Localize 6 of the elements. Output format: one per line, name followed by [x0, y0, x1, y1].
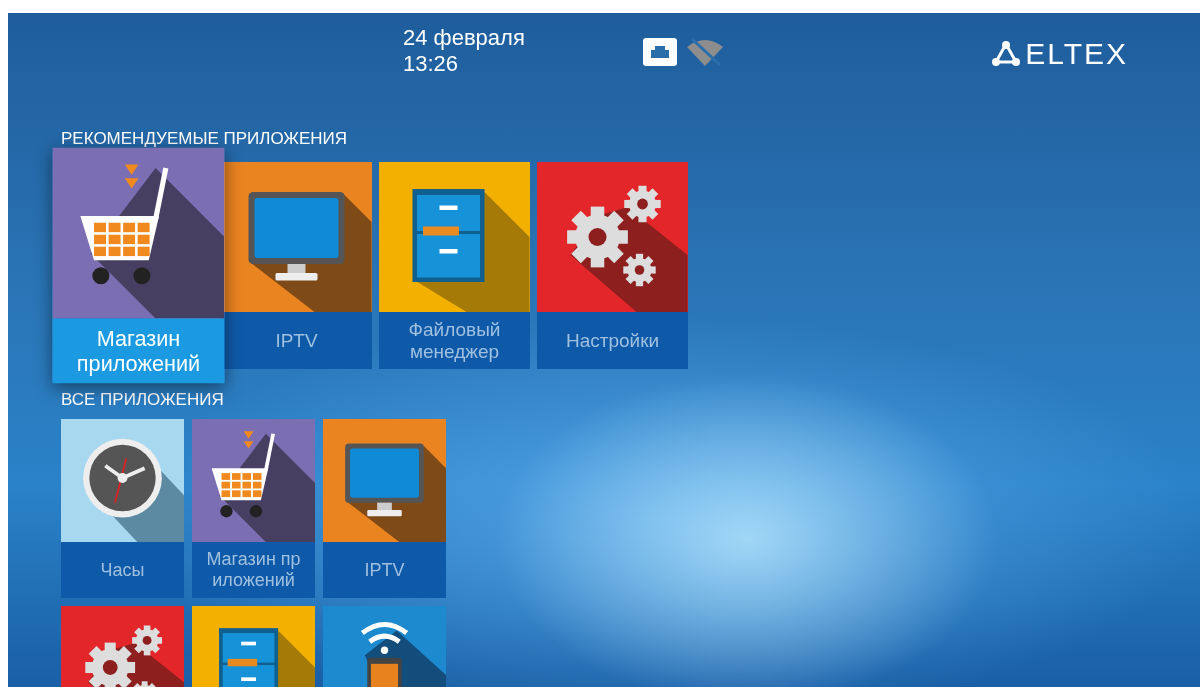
time-text: 13:26 — [403, 51, 460, 77]
section-title: ВСЕ ПРИЛОЖЕНИЯ — [61, 389, 225, 411]
date-text: 24 февраля — [403, 25, 526, 51]
logo-icon — [991, 40, 1022, 68]
logo-text: ELTEX — [1025, 37, 1128, 71]
section-title: РЕКОМЕНДУЕМЫЕ ПРИЛОЖЕНИЯ — [61, 128, 349, 150]
